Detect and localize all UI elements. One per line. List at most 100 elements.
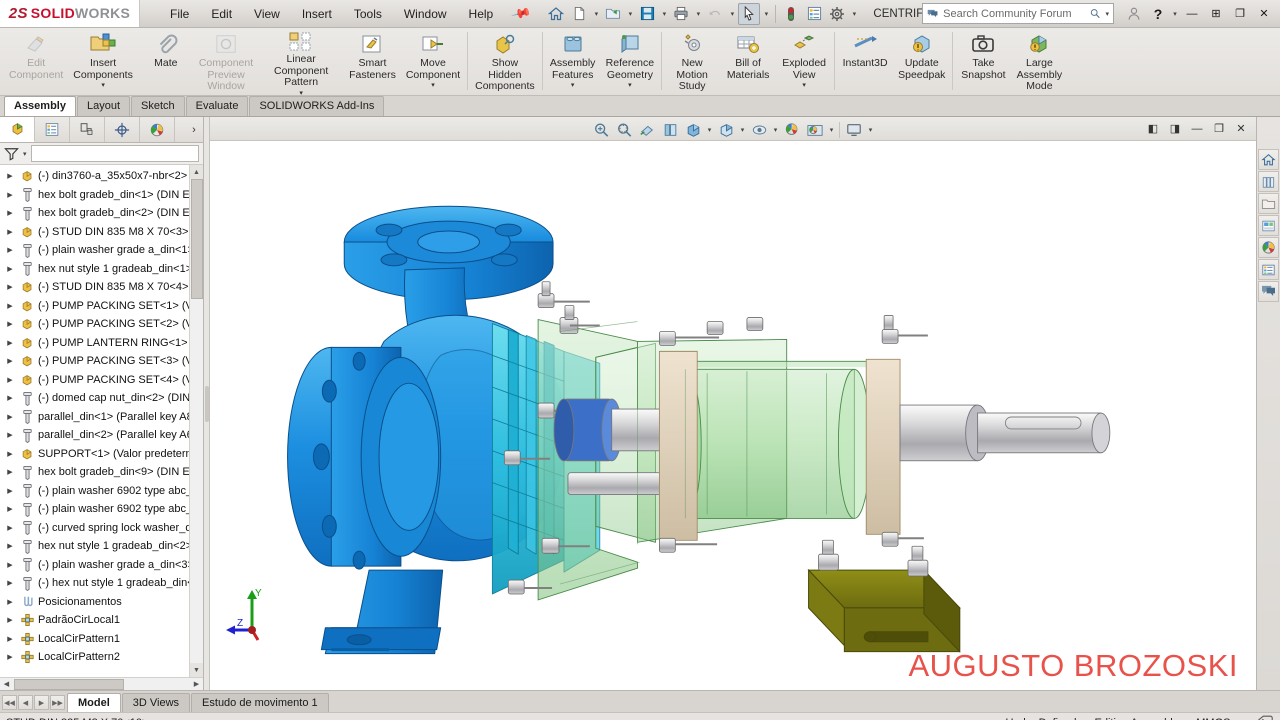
restore-next-icon[interactable]: ◨ <box>1164 119 1186 139</box>
tree-expand-arrow-icon[interactable]: ▶ <box>4 228 16 236</box>
feature-tree-item[interactable]: ▶ (-) STUD DIN 835 M8 X 70<4> (I <box>2 278 203 297</box>
home-icon[interactable] <box>545 3 567 25</box>
feature-tree-item[interactable]: ▶ hex bolt gradeb_din<1> (DIN EI <box>2 186 203 205</box>
tree-expand-arrow-icon[interactable]: ▶ <box>4 320 16 328</box>
tree-expand-arrow-icon[interactable]: ▶ <box>4 635 16 643</box>
help-caret-icon[interactable]: ▾ <box>1170 10 1180 18</box>
tree-expand-arrow-icon[interactable]: ▶ <box>4 246 16 254</box>
feature-tree-item[interactable]: ▶ LocalCirPattern2 <box>2 648 203 667</box>
tree-expand-arrow-icon[interactable]: ▶ <box>4 450 16 458</box>
menu-item-window[interactable]: Window <box>394 3 457 25</box>
next-icon[interactable]: ▶ <box>34 695 49 710</box>
tree-expand-arrow-icon[interactable]: ▶ <box>4 265 16 273</box>
mate-button[interactable]: Mate <box>138 28 194 94</box>
menu-item-help[interactable]: Help <box>459 3 504 25</box>
display-manager-tab[interactable] <box>140 117 175 142</box>
graphics-viewport[interactable]: ◧ ◨ — ❐ ✕ ▾ ▾ ▾ ▾ ▾ Z Y AUGUSTO BROZOSKI <box>210 117 1256 690</box>
tree-expand-arrow-icon[interactable]: ▶ <box>4 616 16 624</box>
tree-expand-arrow-icon[interactable]: ▶ <box>4 172 16 180</box>
new-motion-study-button[interactable]: New Motion Study <box>664 28 720 94</box>
open-folder-icon[interactable] <box>602 3 624 25</box>
feature-tree-item[interactable]: ▶ parallel_din<1> (Parallel key A8 <box>2 408 203 427</box>
tab-assembly[interactable]: Assembly <box>4 96 76 116</box>
exploded-view-button[interactable]: Exploded View ▾ <box>776 28 832 94</box>
scroll-right-icon[interactable]: ▶ <box>190 678 203 690</box>
tree-expand-arrow-icon[interactable]: ▶ <box>4 413 16 421</box>
tree-expand-arrow-icon[interactable]: ▶ <box>4 302 16 310</box>
feature-tree-item[interactable]: ▶ (-) plain washer 6902 type abc_ <box>2 482 203 501</box>
feature-tree-vertical-scrollbar[interactable]: ▲ ▼ <box>189 165 203 677</box>
design-library-home-icon[interactable] <box>1258 149 1279 170</box>
restore-window-button[interactable]: ❐ <box>1228 3 1252 25</box>
feature-tree-item[interactable]: ▶ (-) STUD DIN 835 M8 X 70<3> (I <box>2 223 203 242</box>
tree-expand-arrow-icon[interactable]: ▶ <box>4 357 16 365</box>
tree-expand-arrow-icon[interactable]: ▶ <box>4 653 16 661</box>
bottom-tab-motion-study[interactable]: Estudo de movimento 1 <box>191 693 329 712</box>
scroll-down-icon[interactable]: ▼ <box>190 663 203 677</box>
feature-tree-item[interactable]: ▶ (-) plain washer grade a_din<3> <box>2 556 203 575</box>
view-orientation-caret-icon[interactable]: ▾ <box>705 126 714 134</box>
hide-show-items-icon[interactable] <box>748 120 770 141</box>
tree-expand-arrow-icon[interactable]: ▶ <box>4 283 16 291</box>
linear-component-pattern-button[interactable]: Linear Component Pattern ▾ <box>258 28 344 97</box>
options-gear-icon[interactable] <box>826 3 848 25</box>
previous-view-icon[interactable] <box>636 120 658 141</box>
file-explorer-icon[interactable] <box>1258 193 1279 214</box>
search-input[interactable] <box>943 7 1086 20</box>
dimxpert-manager-tab[interactable] <box>105 117 140 142</box>
scroll-left-icon[interactable]: ◀ <box>0 678 13 690</box>
move-component-caret-icon[interactable]: ▾ <box>431 82 435 89</box>
pushpin-icon[interactable]: 📌 <box>510 3 533 25</box>
tab-evaluate[interactable]: Evaluate <box>185 96 249 116</box>
design-library-icon[interactable] <box>1258 171 1279 192</box>
component-preview-window-button[interactable]: Component Preview Window <box>194 28 258 94</box>
feature-tree-item[interactable]: ▶ (-) plain washer 6902 type abc_ <box>2 500 203 519</box>
feature-tree-filter-input[interactable] <box>30 145 199 162</box>
edit-component-button[interactable]: Edit Component <box>4 28 68 94</box>
tree-expand-arrow-icon[interactable]: ▶ <box>4 487 16 495</box>
last-icon[interactable]: ▶▶ <box>50 695 65 710</box>
hide-show-items-caret-icon[interactable]: ▾ <box>771 126 780 134</box>
tree-expand-arrow-icon[interactable]: ▶ <box>4 209 16 217</box>
insert-components-caret-icon[interactable]: ▾ <box>101 82 105 89</box>
first-icon[interactable]: ◀◀ <box>2 695 17 710</box>
restore-previous-icon[interactable]: ◧ <box>1142 119 1164 139</box>
property-manager-tab[interactable] <box>35 117 70 142</box>
save-icon[interactable] <box>636 3 658 25</box>
tree-expand-arrow-icon[interactable]: ▶ <box>4 376 16 384</box>
tree-expand-arrow-icon[interactable]: ▶ <box>4 191 16 199</box>
print-icon[interactable] <box>670 3 692 25</box>
bill-of-materials-button[interactable]: Bill of Materials <box>720 28 776 94</box>
tree-expand-arrow-icon[interactable]: ▶ <box>4 339 16 347</box>
show-hidden-components-button[interactable]: Show Hidden Components <box>470 28 540 94</box>
feature-tree-item[interactable]: ▶ SUPPORT<1> (Valor predeterm <box>2 445 203 464</box>
solidworks-forum-icon[interactable] <box>1258 281 1279 302</box>
menu-item-file[interactable]: File <box>160 3 199 25</box>
previous-icon[interactable]: ◀ <box>18 695 33 710</box>
menu-item-tools[interactable]: Tools <box>344 3 392 25</box>
zoom-to-fit-icon[interactable] <box>590 120 612 141</box>
select-cursor-icon[interactable] <box>738 2 761 25</box>
configuration-manager-tab[interactable] <box>70 117 105 142</box>
instant3d-button[interactable]: Instant3D <box>837 28 893 94</box>
help-button[interactable]: ? <box>1146 3 1170 25</box>
view-settings-caret-icon[interactable]: ▾ <box>866 126 875 134</box>
feature-tree-item[interactable]: ▶ (-) curved spring lock washer_d <box>2 519 203 538</box>
smart-fasteners-button[interactable]: Smart Fasteners <box>344 28 401 94</box>
large-assembly-mode-button[interactable]: Large Assembly Mode <box>1011 28 1067 94</box>
restore-doc-icon[interactable]: ❐ <box>1208 119 1230 139</box>
reference-geometry-button[interactable]: Reference Geometry ▾ <box>601 28 659 94</box>
tab-layout[interactable]: Layout <box>76 96 131 116</box>
undo-caret-icon[interactable]: ▾ <box>727 10 737 18</box>
new-document-icon[interactable] <box>568 3 590 25</box>
menu-item-edit[interactable]: Edit <box>201 3 242 25</box>
tree-expand-arrow-icon[interactable]: ▶ <box>4 579 16 587</box>
new-document-caret-icon[interactable]: ▾ <box>591 10 601 18</box>
minimize-doc-icon[interactable]: — <box>1186 119 1208 139</box>
linear-pattern-caret-icon[interactable]: ▾ <box>299 90 303 97</box>
view-orientation-icon[interactable] <box>682 120 704 141</box>
tree-expand-arrow-icon[interactable]: ▶ <box>4 468 16 476</box>
feature-tree-item[interactable]: ▶ hex bolt gradeb_din<2> (DIN EI <box>2 204 203 223</box>
edit-appearance-icon[interactable] <box>781 120 803 141</box>
view-settings-icon[interactable] <box>843 120 865 141</box>
